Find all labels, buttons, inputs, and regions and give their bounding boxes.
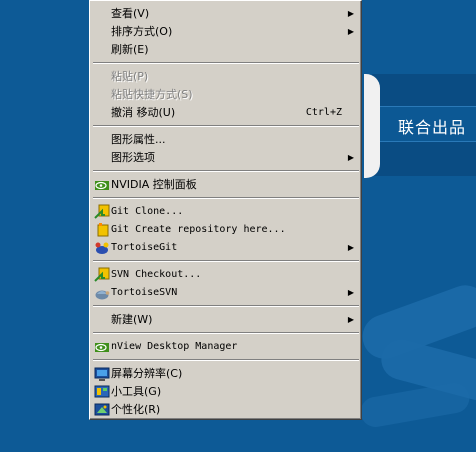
menu-item-tortoisesvn[interactable]: TortoiseSVN ▶ [92,284,360,302]
menu-item-label: 粘贴快捷方式(S) [111,88,193,101]
menu-item-shortcut: Ctrl+Z [305,107,342,118]
menu-item-git-create-repository[interactable]: Git Create repository here... [92,221,360,239]
menu-item-label: 图形选项 [111,151,155,164]
menu-item-label: SVN Checkout... [111,269,202,280]
menu-item-label: 图形属性... [111,133,166,146]
personalize-icon [94,402,110,418]
menu-item-label: 刷新(E) [111,43,149,56]
menu-item-label: 屏幕分辨率(C) [111,367,183,380]
submenu-arrow-icon: ▶ [347,243,354,252]
menu-separator [93,125,359,127]
nvidia-icon [94,177,110,193]
gadgets-icon [94,384,110,400]
menu-item-graphics-properties[interactable]: 图形属性... [92,131,360,149]
menu-separator [93,62,359,64]
menu-item-nview-desktop-manager[interactable]: nView Desktop Manager [92,338,360,356]
menu-item-label: 撤消 移动(U) [111,106,176,119]
menu-item-label: Git Create repository here... [111,224,286,235]
menu-separator [93,197,359,199]
menu-item-label: TortoiseSVN [111,287,178,298]
tortoisegit-icon [94,240,110,256]
menu-item-label: TortoiseGit [111,242,178,253]
git-create-icon [94,222,110,238]
background-shape [358,380,472,430]
menu-separator [93,305,359,307]
submenu-arrow-icon: ▶ [347,27,354,36]
menu-item-label: 小工具(G) [111,385,162,398]
menu-item-paste[interactable]: 粘贴(P) [92,68,360,86]
nview-icon [94,339,110,355]
menu-separator [93,170,359,172]
menu-item-label: 个性化(R) [111,403,161,416]
tortoisesvn-icon [94,285,110,301]
menu-separator [93,359,359,361]
menu-item-label: 查看(V) [111,7,150,20]
menu-separator [93,332,359,334]
menu-item-tortoisegit[interactable]: TortoiseGit ▶ [92,239,360,257]
menu-item-sort[interactable]: 排序方式(O) ▶ [92,23,360,41]
menu-item-label: 粘贴(P) [111,70,149,83]
menu-item-label: nView Desktop Manager [111,341,238,352]
menu-item-label: Git Clone... [111,206,184,217]
menu-item-view[interactable]: 查看(V) ▶ [92,5,360,23]
menu-item-new[interactable]: 新建(W) ▶ [92,311,360,329]
submenu-arrow-icon: ▶ [347,153,354,162]
menu-item-svn-checkout[interactable]: SVN Checkout... [92,266,360,284]
git-clone-icon [94,204,110,220]
submenu-arrow-icon: ▶ [347,315,354,324]
menu-item-label: 新建(W) [111,313,153,326]
submenu-arrow-icon: ▶ [347,9,354,18]
menu-item-nvidia-control-panel[interactable]: NVIDIA 控制面板 [92,176,360,194]
svn-checkout-icon [94,267,110,283]
menu-item-graphics-options[interactable]: 图形选项 ▶ [92,149,360,167]
menu-item-undo-move[interactable]: 撤消 移动(U) Ctrl+Z [92,104,360,122]
menu-item-refresh[interactable]: 刷新(E) [92,41,360,59]
menu-separator [93,260,359,262]
desktop-context-menu: 查看(V) ▶ 排序方式(O) ▶ 刷新(E) 粘贴(P) 粘贴快捷方式(S) … [89,0,362,420]
menu-item-screen-resolution[interactable]: 屏幕分辨率(C) [92,365,360,383]
submenu-arrow-icon: ▶ [347,288,354,297]
menu-item-label: 排序方式(O) [111,25,173,38]
menu-item-git-clone[interactable]: Git Clone... [92,203,360,221]
banner-text: 联合出品 [398,118,467,137]
display-icon [94,366,110,382]
banner-tab [364,74,380,178]
menu-item-personalize[interactable]: 个性化(R) [92,401,360,419]
menu-item-gadgets[interactable]: 小工具(G) [92,383,360,401]
menu-item-paste-shortcut[interactable]: 粘贴快捷方式(S) [92,86,360,104]
menu-item-label: NVIDIA 控制面板 [111,178,197,191]
